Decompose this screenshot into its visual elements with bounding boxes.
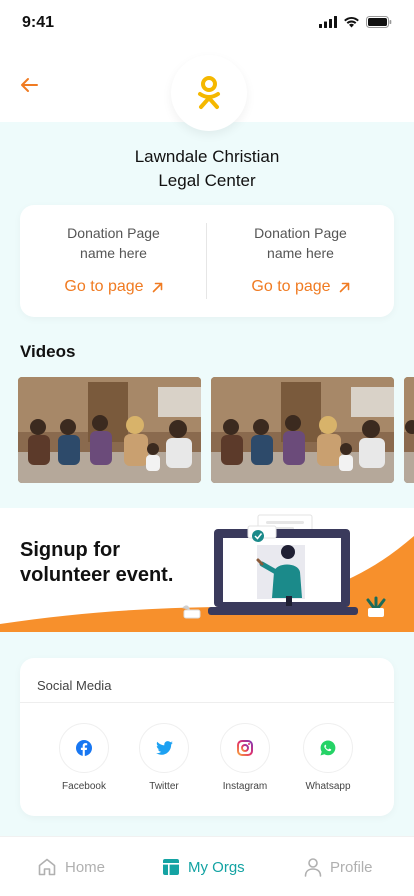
volunteer-banner-line2: volunteer event.: [20, 564, 174, 586]
go-to-page-link[interactable]: Go to page: [251, 278, 349, 296]
donation-page-title-line1: Donation Page: [254, 225, 347, 241]
videos-heading: Videos: [20, 342, 76, 361]
facebook-icon-circle: [59, 723, 109, 773]
go-to-page-link[interactable]: Go to page: [64, 278, 162, 296]
org-name: Lawndale Christian Legal Center: [0, 145, 414, 193]
donation-page-title: Donation Page name here: [20, 223, 207, 263]
video-thumbnail-image: [211, 377, 394, 483]
nav-item-profile[interactable]: Profile: [304, 837, 373, 896]
video-thumbnail-image: [18, 377, 201, 483]
social-media-card: Social Media Facebook Twitter Instagram …: [20, 658, 394, 816]
home-icon: [38, 858, 56, 876]
arrow-left-icon: [21, 78, 38, 92]
nav-home-label: Home: [65, 858, 106, 876]
social-whatsapp-button[interactable]: Whatsapp: [292, 723, 364, 792]
video-thumbnail[interactable]: [211, 377, 394, 483]
nav-profile-label: Profile: [330, 858, 373, 876]
status-icons: [319, 16, 392, 28]
video-thumbnail[interactable]: [18, 377, 201, 483]
bottom-navigation: Home My Orgs Profile: [0, 836, 414, 896]
twitter-label: Twitter: [149, 781, 179, 792]
wifi-icon: [344, 16, 359, 28]
organization-icon: [163, 859, 179, 875]
arrow-up-right-icon: [339, 282, 349, 292]
org-name-line1: Lawndale Christian: [134, 147, 280, 166]
back-button[interactable]: [16, 72, 42, 98]
videos-carousel[interactable]: [18, 377, 414, 483]
social-media-title: Social Media: [37, 678, 112, 693]
nav-item-my-orgs[interactable]: My Orgs: [162, 837, 245, 896]
volunteer-banner-line1: Signup for: [20, 539, 120, 561]
donation-page-item: Donation Page name here Go to page: [207, 205, 394, 317]
whatsapp-icon-circle: [303, 723, 353, 773]
go-to-page-label: Go to page: [64, 278, 144, 295]
nav-my-orgs-label: My Orgs: [188, 858, 245, 876]
video-thumbnail-image: [404, 377, 414, 483]
twitter-icon-circle: [139, 723, 189, 773]
social-media-section: Social Media Facebook Twitter Instagram …: [0, 632, 414, 836]
social-media-divider: [20, 702, 394, 703]
arrow-up-right-icon: [152, 282, 162, 292]
donation-page-title-line1: Donation Page: [67, 225, 160, 241]
odnoklassniki-icon: [198, 76, 220, 109]
volunteer-signup-banner[interactable]: Signup for volunteer event.: [0, 508, 414, 632]
donation-page-title-line2: name here: [80, 245, 147, 261]
donation-page-item: Donation Page name here Go to page: [20, 205, 207, 317]
instagram-label: Instagram: [222, 781, 268, 792]
facebook-label: Facebook: [62, 781, 106, 792]
status-bar: 9:41: [0, 0, 414, 50]
instagram-icon-circle: [220, 723, 270, 773]
nav-item-home[interactable]: Home: [37, 837, 105, 896]
social-twitter-button[interactable]: Twitter: [128, 723, 200, 792]
org-logo: [171, 55, 247, 131]
go-to-page-label: Go to page: [251, 278, 331, 295]
status-time: 9:41: [22, 14, 55, 31]
instagram-icon: [237, 740, 253, 756]
video-thumbnail[interactable]: [404, 377, 414, 483]
donation-card: Donation Page name here Go to page Donat…: [20, 205, 394, 317]
social-instagram-button[interactable]: Instagram: [209, 723, 281, 792]
donation-page-title: Donation Page name here: [207, 223, 394, 263]
donation-page-title-line2: name here: [267, 245, 334, 261]
org-name-line2: Legal Center: [158, 171, 256, 190]
user-icon: [304, 858, 322, 877]
social-facebook-button[interactable]: Facebook: [48, 723, 120, 792]
whatsapp-icon: [320, 740, 336, 756]
facebook-icon: [76, 740, 92, 756]
battery-icon: [366, 16, 392, 28]
cellular-signal-icon: [319, 16, 337, 28]
twitter-icon: [155, 741, 173, 755]
volunteer-banner-text: Signup for volunteer event.: [20, 538, 173, 588]
whatsapp-label: Whatsapp: [305, 781, 351, 792]
